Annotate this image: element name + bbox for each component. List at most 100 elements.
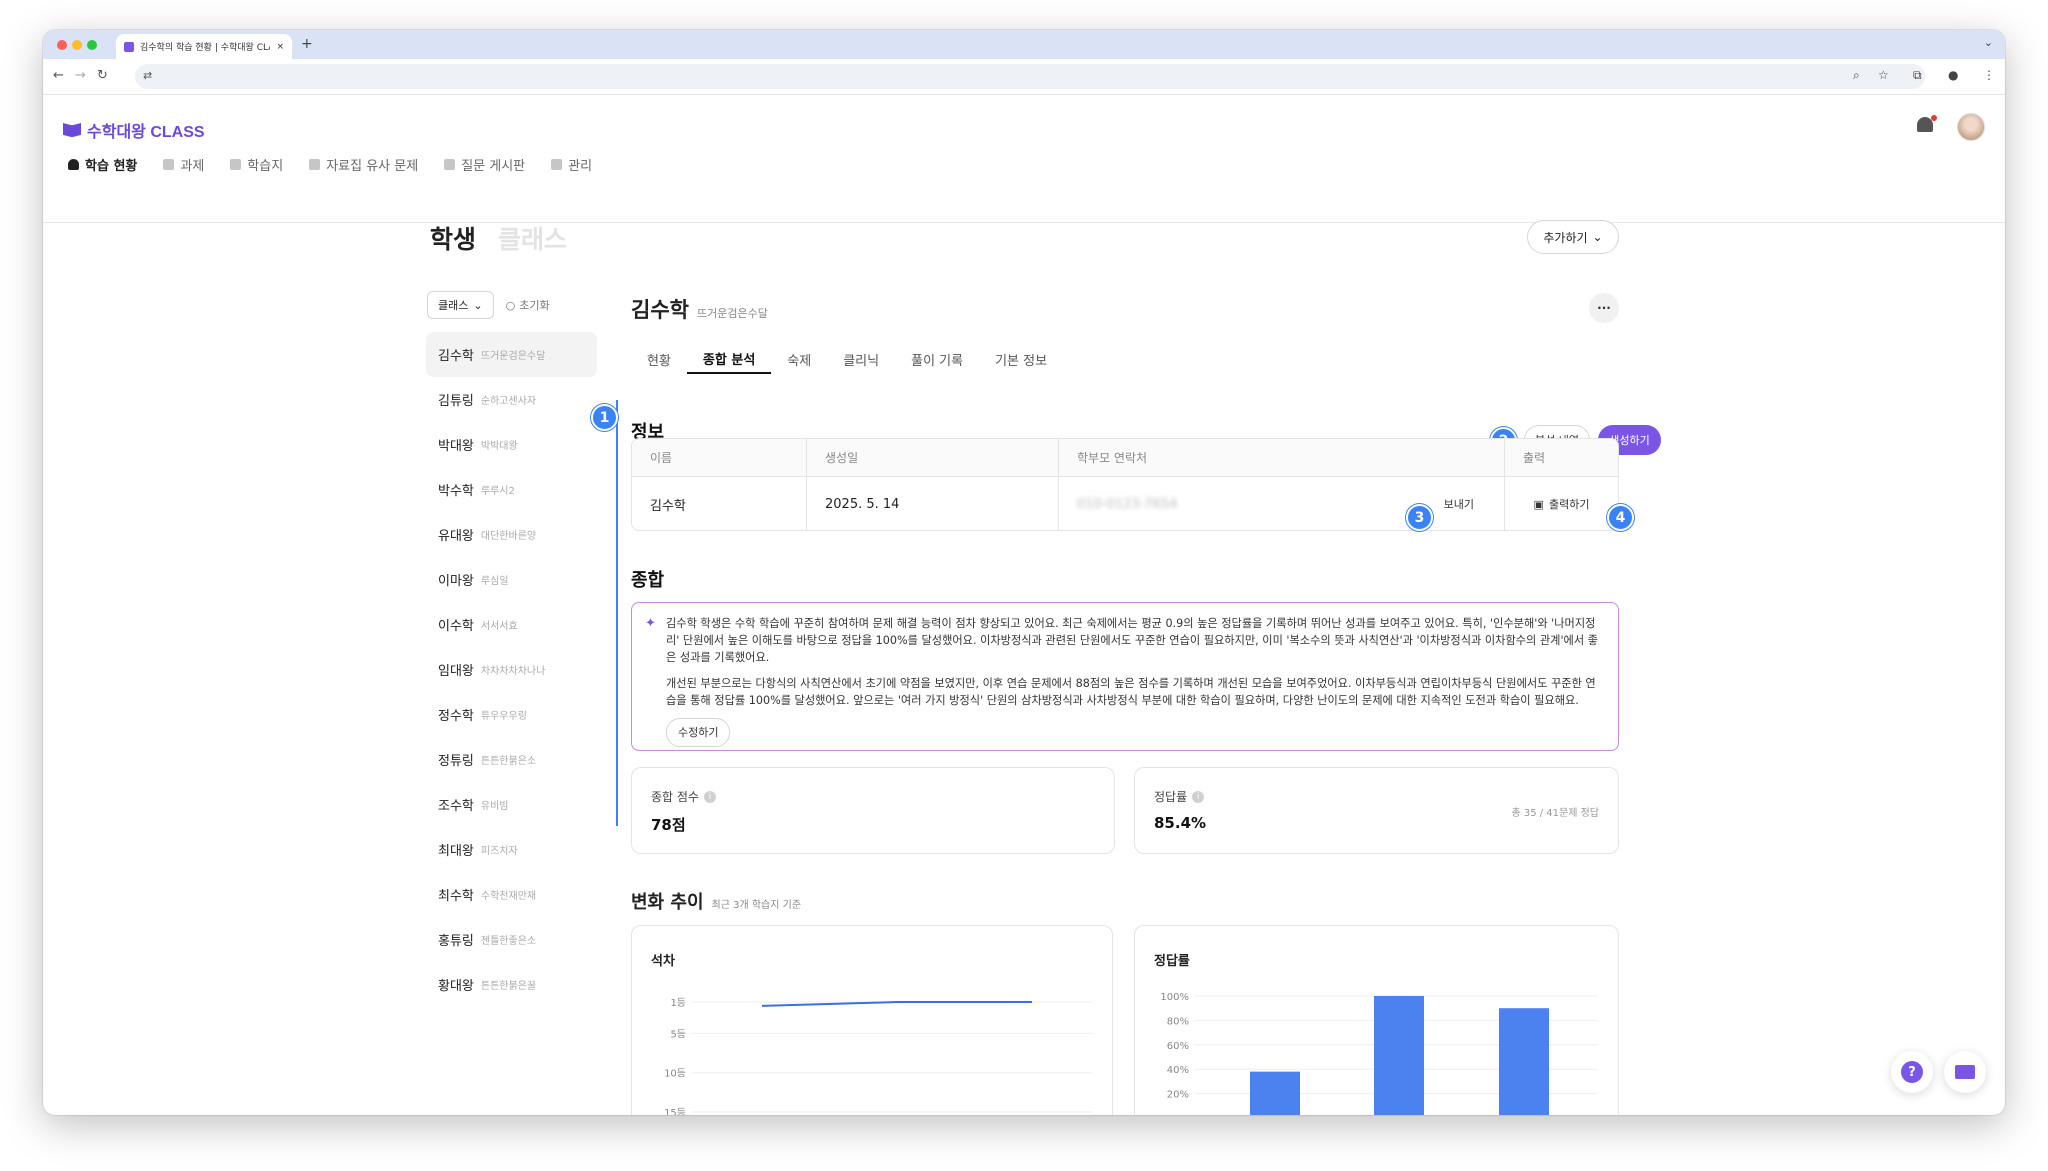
printer-icon: ▣ — [1533, 497, 1544, 511]
student-list-item[interactable]: 최수학 수학천재만재 — [426, 872, 597, 917]
menu-item-5[interactable]: 관리 — [551, 155, 592, 174]
detail-tab-4[interactable]: 풀이 기록 — [895, 344, 979, 374]
zoom-icon[interactable]: ⌕ — [1853, 68, 1860, 83]
student-list-item[interactable]: 이수학 서서서효 — [426, 602, 597, 647]
student-list-item[interactable]: 박대왕 박박대왕 — [426, 422, 597, 467]
more-options-button[interactable]: ··· — [1589, 293, 1619, 323]
close-tab-icon[interactable]: × — [276, 42, 284, 52]
detail-tab-0[interactable]: 현황 — [631, 344, 687, 374]
bookmark-star-icon[interactable]: ☆ — [1878, 68, 1889, 82]
total-score-card: 종합 점수 i 78점 — [631, 767, 1115, 854]
profile-icon[interactable]: ● — [1948, 68, 1958, 82]
student-list: 김수학 뜨거운검은수달 김튜링 순하고센사자 박대왕 박박대왕 박수학 루루시2 유대왕 대단한바… — [426, 332, 597, 1007]
accuracy-label-wrap: 정답률 i — [1154, 788, 1205, 805]
col-header-print: 출력 — [1523, 451, 1546, 465]
message-button[interactable] — [1944, 1051, 1986, 1093]
rank-tick-label: 10등 — [664, 1068, 686, 1080]
logo-text: 수학대왕 CLASS — [87, 124, 205, 141]
kebab-menu-icon[interactable]: ⋮ — [1983, 68, 1995, 82]
accuracy-label: 정답률 — [1154, 790, 1188, 804]
student-list-item[interactable]: 김튜링 순하고센사자 — [426, 377, 597, 422]
cell-print: ▣ 출력하기 — [1505, 477, 1618, 530]
user-avatar[interactable] — [1957, 113, 1985, 141]
detail-tabs: 현황 종합 분석 숙제 클리닉 풀이 기록 기본 정보 — [631, 344, 1063, 374]
student-item-nickname: 수학천재만재 — [480, 891, 537, 902]
student-header: 김수학 뜨거운검은수달 — [631, 294, 768, 324]
address-bar[interactable]: ⇄ — [135, 64, 1925, 89]
student-list-item[interactable]: 정튜링 튼튼한붉은소 — [426, 737, 597, 782]
tab-classes[interactable]: 클래스 — [498, 220, 567, 256]
extensions-icon[interactable]: ⧉ — [1913, 68, 1922, 83]
notification-bell-icon[interactable] — [1915, 115, 1937, 137]
new-tab-button[interactable]: + — [301, 36, 313, 52]
reload-icon[interactable]: ↻ — [97, 68, 108, 83]
student-list-item[interactable]: 조수학 유비빔 — [426, 782, 597, 827]
close-window-button[interactable] — [57, 40, 67, 50]
gear-icon — [551, 159, 563, 170]
favicon-icon — [124, 41, 134, 52]
browser-tab[interactable]: 김수학의 학습 현황 | 수학대왕 CLA × — [116, 34, 292, 59]
print-button[interactable]: ▣ 출력하기 — [1534, 496, 1590, 512]
summary-box: ✦ 김수학 학생은 수학 학습에 꾸준히 참여하며 문제 해결 능력이 점차 향… — [631, 602, 1619, 751]
accuracy-tick-label: 40% — [1167, 1065, 1189, 1076]
total-score-label: 종합 점수 — [651, 790, 699, 804]
tab-search-icon[interactable]: ⌄ — [1984, 36, 1993, 49]
help-button[interactable]: ? — [1891, 1051, 1933, 1093]
minimize-window-button[interactable] — [72, 40, 82, 50]
forward-icon[interactable]: → — [75, 68, 86, 83]
accuracy-card: 정답률 i 85.4% 총 35 / 41문제 정답 — [1134, 767, 1619, 854]
menu-item-1[interactable]: 과제 — [163, 155, 204, 174]
back-icon[interactable]: ← — [53, 68, 64, 83]
menu-item-label: 학습지 — [247, 159, 284, 174]
browser-toolbar: ← → ↻ ⇄ ⌕ ☆ ⧉ ● ⋮ — [43, 59, 2005, 95]
edit-button[interactable]: 수정하기 — [666, 718, 731, 747]
student-item-name: 정튜링 — [438, 754, 474, 769]
menu-item-0[interactable]: 학습 현황 — [68, 155, 137, 174]
add-button[interactable]: 추가하기 ⌄ — [1527, 220, 1619, 254]
student-list-item[interactable]: 이마왕 루심일 — [426, 557, 597, 602]
table-row: 김수학 2025. 5. 14 010-0123-7654 보내기 ▣ 출력하기 — [632, 477, 1618, 530]
class-select[interactable]: 클래스 ⌄ — [427, 291, 494, 319]
menu-item-4[interactable]: 질문 게시판 — [444, 155, 525, 174]
info-icon[interactable]: i — [703, 790, 716, 803]
student-item-name: 박대왕 — [438, 439, 474, 454]
student-item-name: 임대왕 — [438, 664, 474, 679]
student-list-item[interactable]: 박수학 루루시2 — [426, 467, 597, 512]
menu-item-3[interactable]: 자료집 유사 문제 — [309, 155, 418, 174]
detail-tab-2[interactable]: 숙제 — [771, 344, 827, 374]
student-item-nickname: 튼튼한붉은소 — [480, 756, 537, 767]
student-list-item[interactable]: 황대왕 튼튼한붉은꿀 — [426, 962, 597, 1007]
student-item-nickname: 대단한바른양 — [480, 531, 537, 542]
accuracy-bar — [1374, 996, 1424, 1115]
book-logo-icon — [63, 123, 81, 137]
student-list-item[interactable]: 임대왕 차차차차차나나 — [426, 647, 597, 692]
detail-tab-1[interactable]: 종합 분석 — [686, 344, 772, 374]
graduation-cap-icon — [68, 159, 79, 170]
mail-icon — [1955, 1065, 1975, 1079]
student-item-name: 유대왕 — [438, 529, 474, 544]
student-list-item[interactable]: 유대왕 대단한바른양 — [426, 512, 597, 557]
detail-tab-3[interactable]: 클리닉 — [827, 344, 895, 374]
tab-students[interactable]: 학생 — [430, 220, 476, 256]
maximize-window-button[interactable] — [87, 40, 97, 50]
send-button[interactable]: 보내기 — [1444, 496, 1474, 512]
main-menu: 학습 현황 과제 학습지 자료집 유사 문제 질문 게시판 관리 — [68, 155, 592, 174]
menu-item-2[interactable]: 학습지 — [230, 155, 283, 174]
total-score-value: 78점 — [651, 816, 686, 834]
student-list-item[interactable]: 최대왕 피즈치자 — [426, 827, 597, 872]
rank-tick-label: 15등 — [664, 1107, 686, 1115]
student-item-name: 최대왕 — [438, 844, 474, 859]
reset-label: 초기화 — [519, 299, 550, 312]
app-logo[interactable]: 수학대왕 CLASS — [63, 118, 205, 142]
detail-tab-5[interactable]: 기본 정보 — [979, 344, 1063, 374]
student-list-item[interactable]: 김수학 뜨거운검은수달 — [426, 332, 597, 377]
annotation-badge-3: 3 — [1406, 504, 1433, 531]
reset-button[interactable]: ○ 초기화 — [506, 297, 550, 313]
tab-title: 김수학의 학습 현황 | 수학대왕 CLA — [140, 43, 271, 53]
info-icon[interactable]: i — [1192, 790, 1205, 803]
student-list-item[interactable]: 정수학 튜우우우링 — [426, 692, 597, 737]
rank-chart-card: 석차 1등 5등 10등 15등 — [631, 925, 1113, 1115]
student-list-item[interactable]: 홍튜링 젠틀한좋은소 — [426, 917, 597, 962]
student-item-nickname: 순하고센사자 — [480, 396, 537, 407]
site-settings-icon[interactable]: ⇄ — [143, 69, 152, 82]
